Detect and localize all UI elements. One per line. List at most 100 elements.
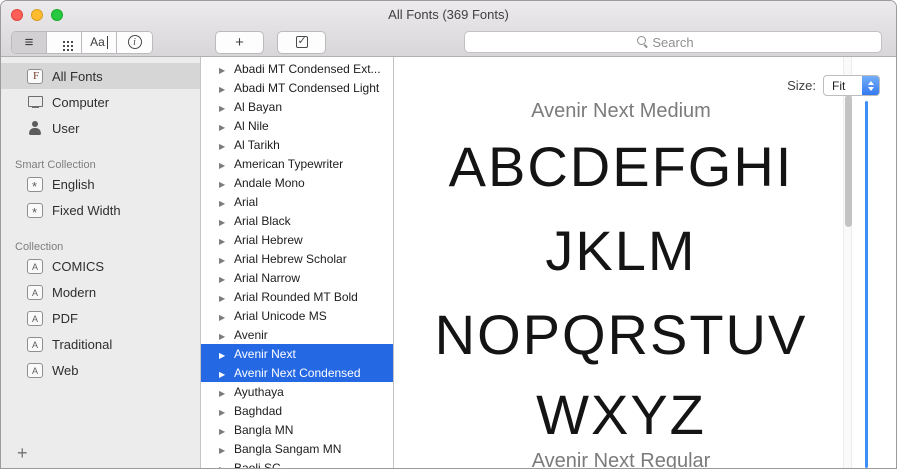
font-info-button[interactable]: i (117, 31, 152, 53)
sidebar-header-smart-collection: Smart Collection (15, 159, 96, 171)
disclosure-triangle-icon[interactable] (219, 233, 228, 247)
font-list-item-arial-rounded-mt-bold[interactable]: Arial Rounded MT Bold (201, 287, 393, 306)
preview-scrollbar[interactable] (843, 57, 852, 468)
disclosure-triangle-icon[interactable] (219, 157, 228, 171)
validate-font-button[interactable] (277, 30, 326, 54)
font-list-item-arial[interactable]: Arial (201, 192, 393, 211)
stepper-up-icon (867, 80, 874, 85)
font-list-item-avenir-next[interactable]: Avenir Next (201, 344, 393, 363)
font-list-item-al-bayan[interactable]: Al Bayan (201, 97, 393, 116)
disclosure-triangle-icon[interactable] (219, 290, 228, 304)
disclosure-triangle-icon[interactable] (219, 328, 228, 342)
minimize-button[interactable] (31, 9, 43, 21)
font-list-item-baoli-sc[interactable]: Baoli SC (201, 458, 393, 469)
sidebar-item-web[interactable]: Web (1, 357, 200, 383)
checkbox-icon (295, 34, 308, 48)
font-list-item-ayuthaya[interactable]: Ayuthaya (201, 382, 393, 401)
disclosure-triangle-icon[interactable] (219, 81, 228, 95)
font-list-item-baghdad[interactable]: Baghdad (201, 401, 393, 420)
size-label: Size: (787, 78, 816, 93)
font-list-item-arial-narrow[interactable]: Arial Narrow (201, 268, 393, 287)
fontbook-window: All Fonts (369 Fonts) ≡ Aa i + ✓ Search … (0, 0, 897, 469)
sample-glyph-line: ABCDEFGHI (448, 135, 794, 198)
view-segmented-control: ≡ Aa i (11, 30, 153, 54)
add-collection-button[interactable]: + (17, 443, 28, 464)
disclosure-triangle-icon[interactable] (219, 252, 228, 266)
font-list-item-american-typewriter[interactable]: American Typewriter (201, 154, 393, 173)
font-list-item-abadi-mt-condensed-light[interactable]: Abadi MT Condensed Light (201, 78, 393, 97)
search-input[interactable] (464, 31, 882, 53)
disclosure-triangle-icon[interactable] (219, 404, 228, 418)
font-list-item-andale-mono[interactable]: Andale Mono (201, 173, 393, 192)
sidebar: All Fonts Computer User Smart Collection (1, 57, 201, 468)
sample-text-icon: Aa (90, 35, 108, 49)
disclosure-triangle-icon[interactable] (219, 100, 228, 114)
size-dropdown[interactable]: Fit (823, 75, 880, 96)
titlebar[interactable]: All Fonts (369 Fonts) (1, 1, 896, 27)
collection-icon (27, 362, 43, 378)
disclosure-triangle-icon[interactable] (219, 366, 228, 380)
font-list-item-avenir-next-condensed[interactable]: Avenir Next Condensed (201, 363, 393, 382)
list-view-button[interactable]: ≡ (12, 31, 47, 53)
disclosure-triangle-icon[interactable] (219, 62, 228, 76)
sidebar-item-pdf[interactable]: PDF (1, 305, 200, 331)
list-view-icon: ≡ (24, 33, 34, 51)
collection-icon (27, 310, 43, 326)
font-list-item-arial-hebrew[interactable]: Arial Hebrew (201, 230, 393, 249)
disclosure-triangle-icon[interactable] (219, 195, 228, 209)
sidebar-item-traditional[interactable]: Traditional (1, 331, 200, 357)
disclosure-triangle-icon[interactable] (219, 347, 228, 361)
disclosure-triangle-icon[interactable] (219, 461, 228, 469)
disclosure-triangle-icon[interactable] (219, 385, 228, 399)
disclosure-triangle-icon[interactable] (219, 442, 228, 456)
font-list-item-arial-unicode-ms[interactable]: Arial Unicode MS (201, 306, 393, 325)
info-icon: i (127, 35, 142, 49)
window-chrome: All Fonts (369 Fonts) ≡ Aa i + (1, 1, 896, 57)
disclosure-triangle-icon[interactable] (219, 309, 228, 323)
preview-pane: Size: Fit Avenir Next Medium ABCDEFGHI J… (394, 57, 896, 468)
font-sample-area: Avenir Next Medium ABCDEFGHI JKLM NOPQRS… (394, 97, 848, 468)
window-title: All Fonts (369 Fonts) (388, 7, 509, 22)
font-list-item-bangla-sangam-mn[interactable]: Bangla Sangam MN (201, 439, 393, 458)
scrollbar-thumb[interactable] (845, 95, 852, 227)
sidebar-item-computer[interactable]: Computer (1, 89, 200, 115)
font-list-item-al-tarikh[interactable]: Al Tarikh (201, 135, 393, 154)
dropdown-stepper-icon (862, 76, 879, 95)
font-list-item-al-nile[interactable]: Al Nile (201, 116, 393, 135)
sidebar-section-collection: COMICS Modern PDF Traditional (1, 253, 200, 383)
sidebar-item-user[interactable]: User (1, 115, 200, 141)
sidebar-item-comics[interactable]: COMICS (1, 253, 200, 279)
font-list-item-avenir[interactable]: Avenir (201, 325, 393, 344)
disclosure-triangle-icon[interactable] (219, 176, 228, 190)
close-button[interactable] (11, 9, 23, 21)
sidebar-item-english[interactable]: English (1, 171, 200, 197)
toolbar: ≡ Aa i + (1, 27, 896, 57)
font-list-item-arial-hebrew-scholar[interactable]: Arial Hebrew Scholar (201, 249, 393, 268)
grid-view-button[interactable] (47, 31, 82, 53)
stepper-down-icon (867, 86, 874, 91)
grid-view-icon (63, 41, 65, 43)
disclosure-triangle-icon[interactable] (219, 423, 228, 437)
collection-icon (27, 258, 43, 274)
computer-icon (27, 95, 43, 110)
main-content: All Fonts Computer User Smart Collection (1, 57, 896, 468)
zoom-button[interactable] (51, 9, 63, 21)
traffic-lights (11, 9, 63, 21)
disclosure-triangle-icon[interactable] (219, 138, 228, 152)
font-list-item-arial-black[interactable]: Arial Black (201, 211, 393, 230)
font-list-item-bangla-mn[interactable]: Bangla MN (201, 420, 393, 439)
sample-glyph-line: JKLM (545, 219, 697, 282)
add-font-button[interactable]: + (215, 30, 264, 54)
user-icon (27, 120, 43, 136)
sidebar-item-all-fonts[interactable]: All Fonts (1, 63, 200, 89)
sidebar-item-modern[interactable]: Modern (1, 279, 200, 305)
font-list-item-abadi-mt-condensed-ext[interactable]: Abadi MT Condensed Ext... (201, 59, 393, 78)
preview-font-name: Avenir Next Medium (531, 100, 711, 122)
disclosure-triangle-icon[interactable] (219, 214, 228, 228)
disclosure-triangle-icon[interactable] (219, 119, 228, 133)
sidebar-item-fixed-width[interactable]: Fixed Width (1, 197, 200, 223)
size-slider[interactable] (865, 101, 868, 468)
sample-text-view-button[interactable]: Aa (82, 31, 117, 53)
size-control: Size: Fit (787, 75, 880, 96)
disclosure-triangle-icon[interactable] (219, 271, 228, 285)
